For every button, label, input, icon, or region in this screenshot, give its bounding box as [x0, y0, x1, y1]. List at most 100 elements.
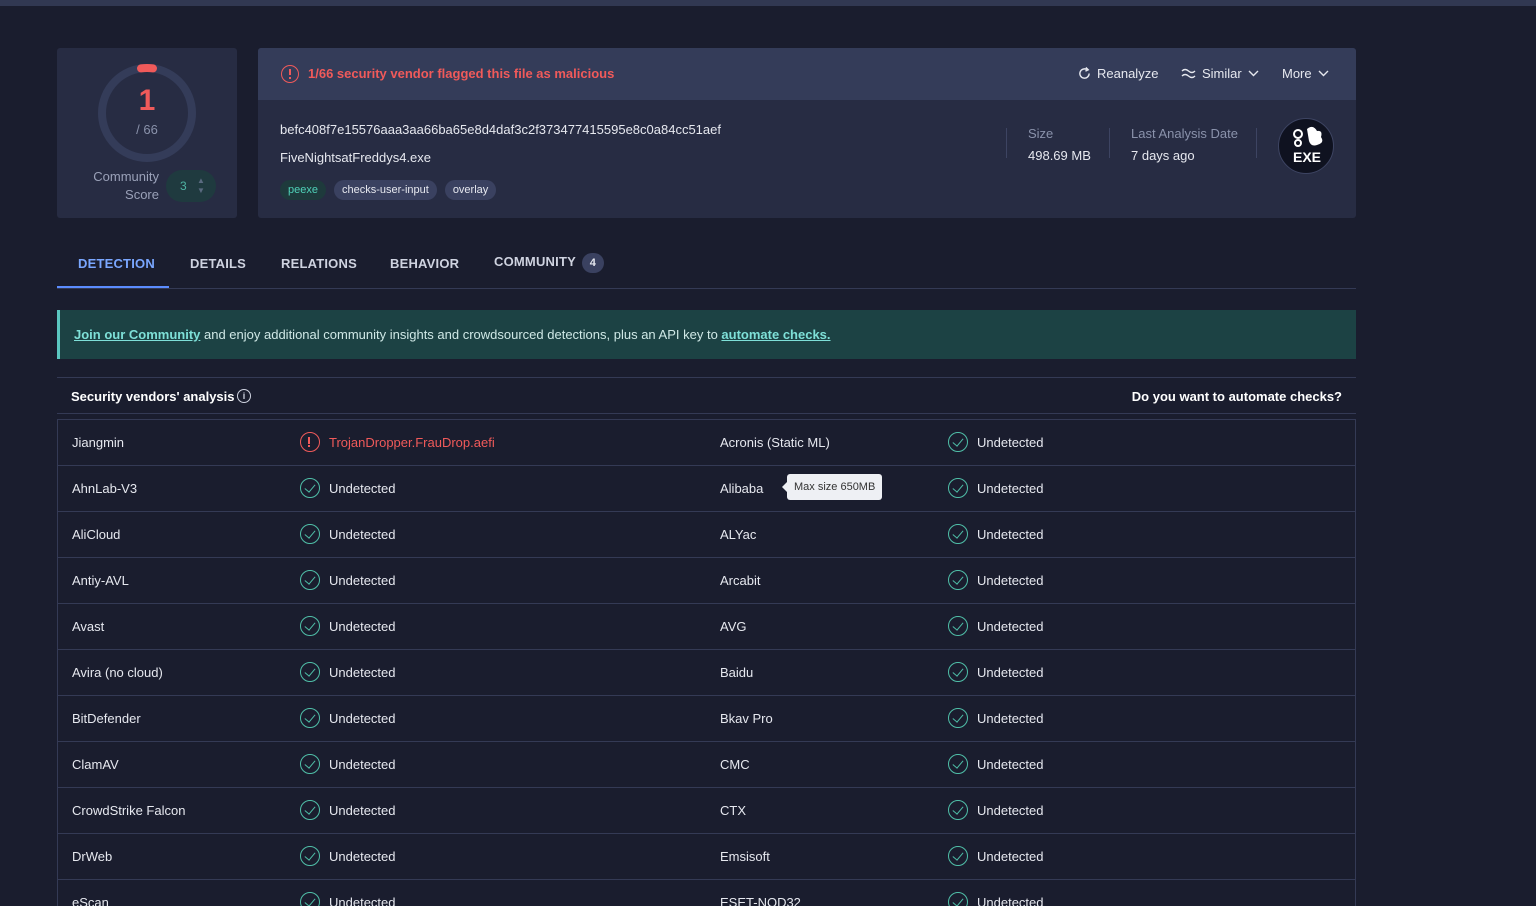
vendor-name: Alibaba: [720, 481, 764, 496]
check-circle-icon: [948, 800, 968, 820]
result-text: Undetected: [329, 710, 396, 726]
vendor-result: Undetected: [948, 570, 1044, 590]
check-circle-icon: [948, 892, 968, 906]
result-text: Undetected: [329, 480, 396, 496]
tab-behavior[interactable]: BEHAVIOR: [390, 256, 459, 271]
vendor-name: Acronis (Static ML): [720, 435, 830, 450]
chevron-down-icon: [1248, 70, 1259, 77]
vendors-title: Security vendors' analysis: [71, 389, 235, 404]
alert-bar: 1/66 security vendor flagged this file a…: [258, 48, 1356, 100]
check-circle-icon: [948, 708, 968, 728]
file-type-label: EXE: [1292, 149, 1321, 165]
result-text: Undetected: [329, 756, 396, 772]
check-circle-icon: [300, 662, 320, 682]
vendor-result: Undetected: [300, 754, 396, 774]
vendor-name: AVG: [720, 619, 747, 634]
vendor-result: Undetected: [300, 478, 396, 498]
result-text: Undetected: [329, 802, 396, 818]
size-label: Size: [1028, 126, 1054, 141]
vendor-result: Undetected: [948, 754, 1044, 774]
vendor-name: Bkav Pro: [720, 711, 773, 726]
result-text[interactable]: TrojanDropper.FrauDrop.aefi: [329, 435, 495, 450]
vendor-name: ESET-NOD32: [720, 895, 801, 906]
tag-chip[interactable]: overlay: [444, 180, 497, 200]
vendor-result: Undetected: [948, 524, 1044, 544]
vendor-name: DrWeb: [72, 849, 113, 864]
check-circle-icon: [300, 892, 320, 906]
vendor-name: Avira (no cloud): [72, 665, 163, 680]
vendor-result: Undetected: [300, 570, 396, 590]
tab-community[interactable]: COMMUNITY 4: [494, 253, 604, 273]
check-circle-icon: [948, 570, 968, 590]
vendor-result: Undetected: [300, 616, 396, 636]
more-dropdown[interactable]: More: [1282, 66, 1329, 81]
result-text: Undetected: [977, 572, 1044, 588]
approx-icon: [1181, 68, 1196, 79]
file-name: FiveNightsatFreddys4.exe: [280, 150, 432, 165]
community-count-badge: 4: [581, 253, 604, 273]
vendor-name: ALYac: [720, 527, 757, 542]
result-text: Undetected: [329, 664, 396, 680]
file-type-icon: EXE: [1278, 118, 1334, 174]
result-text: Undetected: [329, 572, 396, 588]
alert-icon: [300, 432, 320, 452]
vendor-name: ClamAV: [72, 757, 119, 772]
table-row: ClamAV Undetected CMC Undetected: [58, 742, 1355, 788]
result-text: Undetected: [329, 894, 396, 906]
community-banner: Join our Community and enjoy additional …: [57, 310, 1356, 359]
vendor-result: Undetected: [948, 478, 1044, 498]
similar-dropdown[interactable]: Similar: [1181, 66, 1259, 81]
result-text: Undetected: [977, 848, 1044, 864]
last-analysis-value: 7 days ago: [1131, 148, 1195, 163]
top-bar: [0, 0, 1536, 6]
vote-arrows-icon[interactable]: ▲ ▼: [197, 176, 205, 196]
vendor-name: CrowdStrike Falcon: [72, 803, 186, 818]
detection-total: / 66: [136, 122, 158, 137]
vendor-result: Undetected: [948, 616, 1044, 636]
table-row: eScan Undetected ESET-NOD32 Undetected: [58, 880, 1355, 906]
tag-chip[interactable]: checks-user-input: [333, 180, 437, 200]
banner-text: Join our Community and enjoy additional …: [74, 327, 831, 342]
vendor-result: TrojanDropper.FrauDrop.aefi: [300, 432, 495, 452]
tab-relations[interactable]: RELATIONS: [281, 256, 357, 271]
vendor-name: Emsisoft: [720, 849, 770, 864]
vendor-name: AliCloud: [72, 527, 121, 542]
vendor-name: AhnLab-V3: [72, 481, 138, 496]
vendor-name: Avast: [72, 619, 105, 634]
vendor-result: Undetected: [300, 846, 396, 866]
detection-count: 1: [138, 84, 156, 117]
check-circle-icon: [300, 524, 320, 544]
join-community-link[interactable]: Join our Community: [74, 327, 200, 342]
result-text: Undetected: [977, 480, 1044, 496]
tab-detection[interactable]: DETECTION: [78, 256, 155, 271]
check-circle-icon: [948, 524, 968, 544]
table-row: Antiy-AVL Undetected Arcabit Undetected: [58, 558, 1355, 604]
vendor-result: Undetected: [300, 524, 396, 544]
detection-score-card: 1 / 66 Community Score 3 ▲ ▼: [57, 48, 237, 218]
vendor-result: Undetected: [948, 662, 1044, 682]
automate-checks-link[interactable]: automate checks.: [721, 327, 830, 342]
result-text: Undetected: [329, 618, 396, 634]
community-score-stepper[interactable]: 3 ▲ ▼: [166, 170, 216, 202]
last-analysis-label: Last Analysis Date: [1131, 126, 1238, 141]
vendor-name: BitDefender: [72, 711, 141, 726]
vendor-name: Jiangmin: [72, 435, 125, 450]
table-row: Avast Undetected AVG Undetected: [58, 604, 1355, 650]
vendor-result: Undetected: [948, 432, 1044, 452]
automate-checks-prompt[interactable]: Do you want to automate checks?: [1132, 389, 1342, 404]
tag-chip[interactable]: peexe: [280, 180, 326, 200]
table-row: Avira (no cloud) Undetected Baidu Undetecte…: [58, 650, 1355, 696]
vendors-table: Jiangmin TrojanDropper.FrauDrop.aefi Acron…: [57, 419, 1356, 906]
tab-details[interactable]: DETAILS: [190, 256, 246, 271]
divider: [1109, 128, 1110, 158]
vendor-result: Undetected: [948, 708, 1044, 728]
reanalyze-button[interactable]: Reanalyze: [1078, 66, 1158, 81]
vendor-result: Undetected: [300, 708, 396, 728]
result-text: Undetected: [977, 434, 1044, 450]
check-circle-icon: [300, 754, 320, 774]
info-icon[interactable]: i: [237, 389, 251, 403]
file-hash[interactable]: befc408f7e15576aaa3aa66ba65e8d4daf3c2f37…: [280, 122, 721, 137]
vendors-header: Security vendors' analysis i Do you want…: [57, 377, 1356, 414]
result-text: Undetected: [329, 848, 396, 864]
alert-text: 1/66 security vendor flagged this file a…: [308, 66, 615, 81]
